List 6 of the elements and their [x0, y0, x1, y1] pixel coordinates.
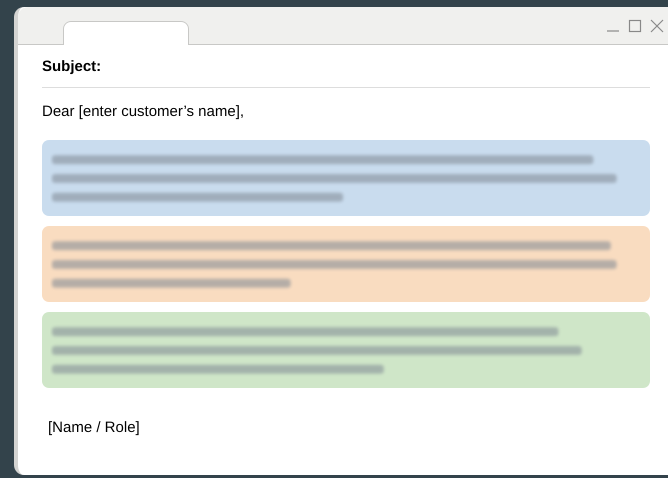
greeting-text: Dear [enter customer’s name],: [42, 103, 244, 120]
signature-text: [Name / Role]: [48, 419, 140, 436]
tab[interactable]: [63, 21, 189, 45]
maximize-icon[interactable]: [628, 18, 642, 32]
close-icon[interactable]: [650, 18, 664, 32]
subject-label: Subject:: [42, 58, 102, 75]
